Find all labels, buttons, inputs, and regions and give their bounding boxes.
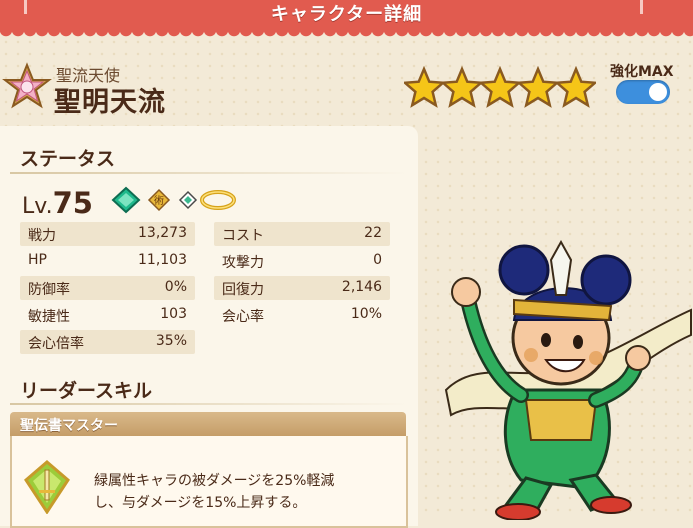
- stat-value: 103: [160, 306, 187, 322]
- stat-power: 戦力 13,273: [20, 222, 195, 246]
- stat-hp: HP 11,103: [20, 249, 195, 273]
- stat-label: 会心倍率: [28, 336, 84, 352]
- star-icon: [404, 66, 447, 108]
- stat-crit-rate: 会心率 10%: [214, 303, 390, 327]
- stat-value: 0: [373, 252, 382, 268]
- level-value: 75: [52, 186, 93, 220]
- rarity-star-badge-icon: [2, 62, 52, 109]
- toggle-knob: [649, 83, 667, 101]
- stat-label: 敏捷性: [28, 309, 70, 325]
- status-heading: ステータス: [20, 148, 116, 170]
- svg-text:術: 術: [154, 194, 164, 207]
- enhance-max-label: 強化MAX: [610, 64, 674, 80]
- stat-value: 2,146: [341, 279, 382, 295]
- section-divider: [10, 403, 408, 405]
- stat-value: 11,103: [138, 252, 187, 268]
- stat-label: HP: [28, 252, 47, 268]
- equipment-gems: 術: [111, 186, 236, 214]
- screen-header: キャラクター詳細: [0, 0, 693, 30]
- stat-label: 攻撃力: [222, 255, 264, 271]
- stat-agility: 敏捷性 103: [20, 303, 195, 327]
- stat-label: 戦力: [28, 228, 56, 244]
- stat-value: 22: [364, 225, 382, 241]
- star-icon: [515, 66, 561, 108]
- leader-skill-description: 緑属性キャラの被ダメージを25%軽減 し、与ダメージを15%上昇する。: [94, 470, 394, 514]
- stat-crit-multiplier: 会心倍率 35%: [20, 330, 195, 354]
- stat-value: 0%: [164, 279, 187, 295]
- star-icon: [439, 66, 485, 108]
- stat-defense-rate: 防御率 0%: [20, 276, 195, 300]
- enhance-max-toggle[interactable]: [616, 80, 670, 104]
- level-label: Lv.: [22, 194, 53, 219]
- stat-cost: コスト 22: [214, 222, 390, 246]
- header-stripe: [24, 0, 27, 14]
- header-stripe: [640, 0, 643, 14]
- stat-recovery: 回復力 2,146: [214, 276, 390, 300]
- character-name: 聖明天流: [54, 87, 166, 118]
- header-title: キャラクター詳細: [270, 4, 423, 25]
- green-gem-icon: [111, 186, 141, 214]
- leader-skill-bar: 聖伝書マスター: [10, 412, 406, 436]
- rarity-stars: [404, 66, 596, 108]
- character-illustration: [444, 240, 692, 520]
- star-icon: [477, 66, 523, 108]
- stat-value: 35%: [155, 333, 187, 349]
- section-divider: [10, 172, 408, 174]
- stat-attack: 攻撃力 0: [214, 249, 390, 273]
- stat-label: 回復力: [222, 282, 264, 298]
- stat-value: 13,273: [138, 225, 187, 241]
- scroll-badge-icon: 術: [147, 188, 171, 212]
- leader-skill-name: 聖伝書マスター: [20, 418, 118, 434]
- stat-label: コスト: [222, 228, 264, 244]
- skill-desc-line: し、与ダメージを15%上昇する。: [94, 495, 307, 511]
- level-display: Lv.75: [22, 186, 93, 220]
- skill-desc-line: 緑属性キャラの被ダメージを25%軽減: [94, 473, 335, 489]
- stat-value: 10%: [350, 306, 382, 322]
- leader-skill-heading: リーダースキル: [20, 380, 153, 402]
- stat-label: 会心率: [222, 309, 264, 325]
- header-scallop: [0, 30, 693, 40]
- small-gem-icon: [178, 190, 198, 210]
- shield-sword-icon: [24, 460, 70, 514]
- star-icon: [553, 66, 596, 108]
- stat-label: 防御率: [28, 282, 70, 298]
- gold-ring-icon: [200, 190, 236, 210]
